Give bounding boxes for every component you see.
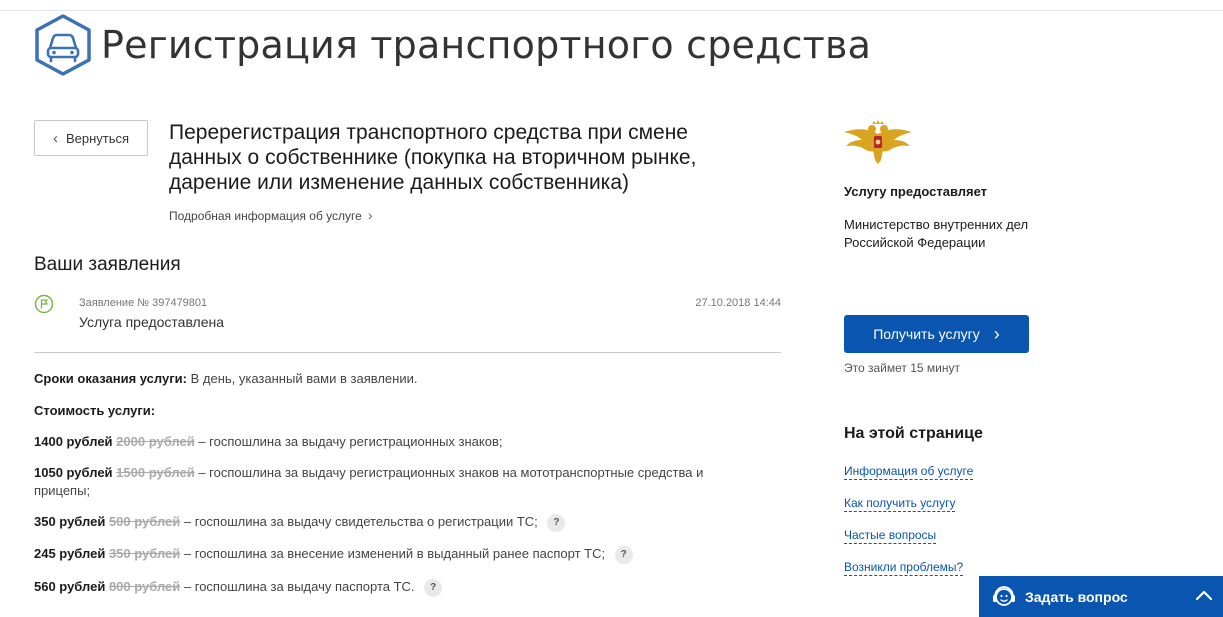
cost-item: 245 рублей 350 рублей – госпошлина за вн… — [34, 545, 794, 564]
toc-link-how-to-get[interactable]: Как получить услугу — [844, 496, 956, 512]
toc-link-faq[interactable]: Частые вопросы — [844, 528, 937, 544]
cost-description: – госпошлина за внесение изменений в выд… — [183, 546, 606, 561]
cost-description: – госпошлина за выдачу регистрационных з… — [198, 434, 503, 449]
ask-question-label: Задать вопрос — [1025, 588, 1128, 605]
provider-label: Услугу предоставляет — [844, 184, 988, 199]
ask-question-button[interactable]: Задать вопрос — [979, 576, 1223, 617]
help-icon[interactable]: ? — [424, 578, 443, 597]
coat-of-arms-icon — [844, 120, 912, 164]
service-terms: Сроки оказания услуги: В день, указанный… — [34, 370, 794, 388]
cost-item: 1400 рублей 2000 рублей – госпошлина за … — [34, 433, 794, 451]
chevron-up-icon — [1195, 590, 1213, 601]
application-number: Заявление № 397479801 — [79, 297, 208, 309]
service-title: Перерегистрация транспортного средства п… — [169, 121, 697, 194]
cost-item: 350 рублей 500 рублей – госпошлина за вы… — [34, 513, 794, 532]
toc-link-info[interactable]: Информация об услуге — [844, 464, 974, 480]
service-details-label: Подробная информация об услуге — [169, 209, 362, 223]
car-icon — [35, 14, 91, 76]
cost-description: – госпошлина за выдачу паспорта ТС. — [183, 579, 415, 594]
page-header: Регистрация транспортного средства — [33, 14, 871, 76]
chevron-left-icon: ‹ — [52, 129, 58, 147]
price: 560 рублей — [34, 579, 106, 594]
get-service-button[interactable]: Получить услугу › — [844, 315, 1029, 353]
get-service-label: Получить услугу — [873, 326, 980, 342]
terms-value: В день, указанный вами в заявлении. — [190, 371, 418, 386]
chevron-right-icon: › — [367, 207, 373, 223]
toc-link-problems[interactable]: Возникли проблемы? — [844, 560, 964, 576]
cost-description: – госпошлина за выдачу свидетельства о р… — [183, 514, 538, 529]
application-row[interactable]: Заявление № 397479801 Услуга предоставле… — [34, 292, 781, 353]
price: 245 рублей — [34, 546, 106, 561]
price: 1050 рублей — [34, 465, 113, 480]
old-price: 2000 рублей — [116, 434, 195, 449]
cost-label: Стоимость услуги: — [34, 403, 156, 418]
old-price: 1500 рублей — [116, 465, 195, 480]
toc-heading: На этой странице — [844, 425, 983, 442]
application-date: 27.10.2018 14:44 — [695, 297, 781, 309]
status-flag-icon — [34, 294, 54, 314]
application-status: Услуга предоставлена — [79, 314, 225, 330]
cost-item: 560 рублей 800 рублей – госпошлина за вы… — [34, 578, 794, 597]
chevron-right-icon: › — [993, 324, 1000, 344]
price: 350 рублей — [34, 514, 106, 529]
price: 1400 рублей — [34, 434, 113, 449]
top-divider — [0, 10, 1223, 11]
help-icon[interactable]: ? — [547, 513, 566, 532]
cost-item: 1050 рублей 1500 рублей – госпошлина за … — [34, 464, 754, 500]
old-price: 800 рублей — [108, 579, 181, 594]
terms-label: Сроки оказания услуги: — [34, 371, 187, 386]
page-title: Регистрация транспортного средства — [101, 23, 872, 67]
old-price: 500 рублей — [108, 514, 181, 529]
applications-heading: Ваши заявления — [34, 254, 181, 275]
back-button-label: Вернуться — [65, 130, 130, 146]
back-button[interactable]: ‹ Вернуться — [34, 120, 148, 156]
service-details-link[interactable]: Подробная информация об услуге › — [169, 207, 372, 223]
help-icon[interactable]: ? — [614, 545, 633, 564]
old-price: 350 рублей — [108, 546, 181, 561]
provider-name: Министерство внутренних дел Российской Ф… — [844, 217, 1029, 250]
service-duration: Это займет 15 минут — [844, 361, 960, 375]
support-agent-icon — [993, 585, 1015, 606]
